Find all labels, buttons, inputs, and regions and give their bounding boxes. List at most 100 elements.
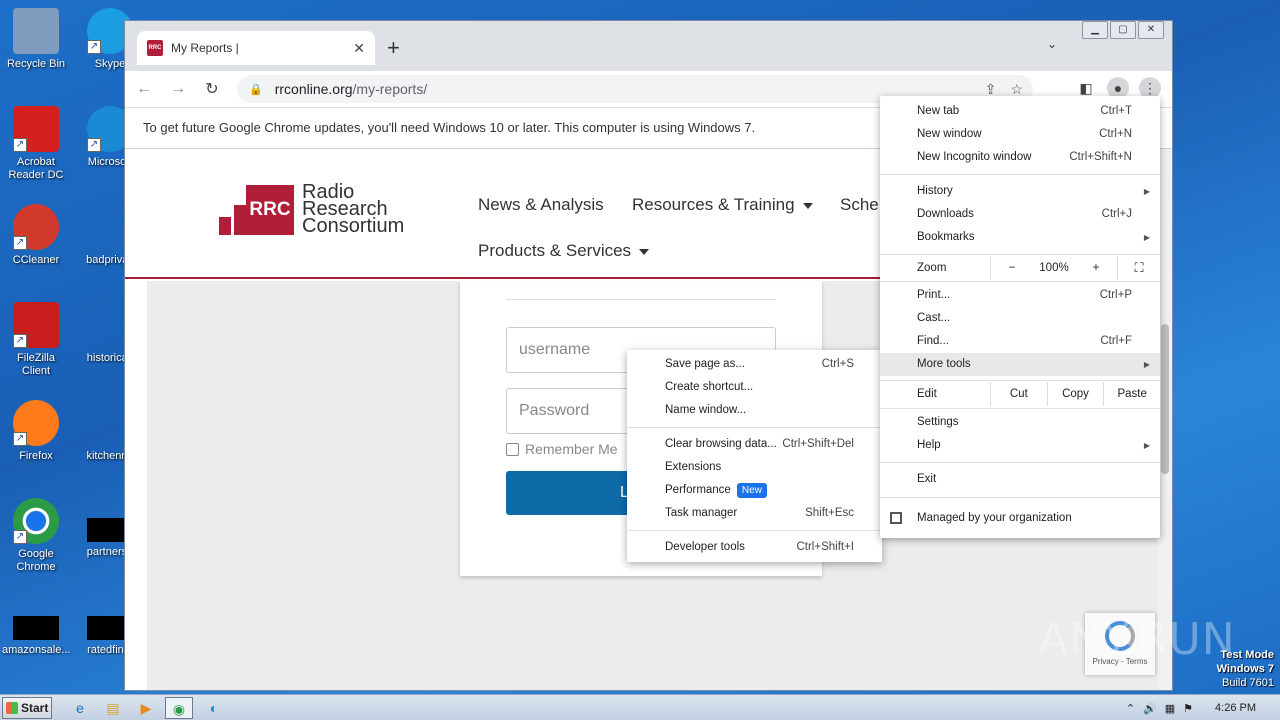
menu-separator	[880, 254, 1160, 255]
desktop-icon-label: FileZilla Client	[17, 352, 55, 377]
action-center-flag-icon[interactable]: ⚑	[1183, 702, 1193, 715]
menu-performance[interactable]: Performance New	[627, 479, 882, 502]
edge-taskbar-icon[interactable]: ◐	[200, 697, 228, 719]
menu-new-incognito[interactable]: New Incognito window Ctrl+Shift+N	[880, 146, 1160, 169]
close-window-button[interactable]: ✕	[1138, 21, 1164, 39]
close-tab-icon[interactable]: ✕	[353, 40, 365, 57]
menu-zoom: Zoom − 100% + ⛶	[880, 256, 1160, 280]
menu-settings[interactable]: Settings	[880, 411, 1160, 434]
menu-print[interactable]: Print... Ctrl+P	[880, 284, 1160, 307]
desktop-icon-label: amazonsale...	[2, 644, 71, 656]
recycle-bin-icon	[13, 8, 59, 54]
menu-save-page[interactable]: Save page as... Ctrl+S	[627, 353, 882, 376]
menu-separator	[880, 408, 1160, 409]
cut-button[interactable]: Cut	[990, 382, 1047, 406]
network-icon[interactable]: ▦	[1165, 702, 1175, 715]
submenu-arrow-icon: ▶	[1143, 187, 1150, 196]
acrobat-icon: ↗	[13, 106, 59, 152]
tray-expand-icon[interactable]: ⌃	[1126, 702, 1135, 715]
menu-name-window[interactable]: Name window...	[627, 399, 882, 422]
copy-button[interactable]: Copy	[1046, 382, 1104, 406]
ie-icon[interactable]: e	[66, 697, 94, 719]
menu-cast[interactable]: Cast...	[880, 307, 1160, 330]
clock[interactable]: 4:26 PM	[1215, 702, 1256, 714]
maximize-button[interactable]: ▢	[1110, 21, 1136, 39]
menu-new-tab[interactable]: New tab Ctrl+T	[880, 100, 1160, 123]
fullscreen-icon[interactable]: ⛶	[1117, 256, 1160, 280]
desktop-icon-acrobat[interactable]: ↗ Acrobat Reader DC	[2, 106, 70, 182]
system-tray: ⌃ 🔊 ▦ ⚑ 4:26 PM	[1126, 695, 1280, 720]
reload-icon[interactable]: ↻	[197, 79, 227, 99]
menu-separator	[627, 530, 882, 531]
menu-extensions[interactable]: Extensions	[627, 456, 882, 479]
desktop-icon-ccleaner[interactable]: ↗ CCleaner	[2, 204, 70, 267]
zoom-in-button[interactable]: +	[1075, 256, 1117, 280]
menu-separator	[880, 497, 1160, 498]
new-tab-button[interactable]: +	[387, 35, 400, 61]
menu-separator	[880, 174, 1160, 175]
url-text: rrconline.org/my-reports/	[274, 81, 428, 97]
minimize-button[interactable]: ▁	[1082, 21, 1108, 39]
page-scrollbar[interactable]	[1158, 149, 1172, 690]
back-arrow-icon[interactable]: ←	[129, 80, 159, 98]
anyrun-watermark: ANY.RUN	[1038, 614, 1236, 665]
nav-products-services[interactable]: Products & Services	[478, 241, 650, 261]
start-button[interactable]: Start	[2, 697, 52, 719]
menu-downloads[interactable]: Downloads Ctrl+J	[880, 203, 1160, 226]
menu-clear-browsing-data[interactable]: Clear browsing data... Ctrl+Shift+Del	[627, 433, 882, 456]
volume-icon[interactable]: 🔊	[1143, 702, 1157, 715]
desktop-icon-firefox[interactable]: ↗ Firefox	[2, 400, 70, 463]
menu-developer-tools[interactable]: Developer tools Ctrl+Shift+I	[627, 536, 882, 559]
nav-sche[interactable]: Sche	[840, 195, 879, 215]
submenu-arrow-icon: ▶	[1143, 233, 1150, 242]
tab-search-chevron-icon[interactable]: ⌄	[1047, 37, 1057, 51]
menu-task-manager[interactable]: Task manager Shift+Esc	[627, 502, 882, 525]
rrc-favicon-icon: RRC	[147, 40, 163, 56]
remember-me[interactable]: Remember Me	[506, 441, 618, 457]
menu-more-tools[interactable]: More tools ▶	[880, 353, 1160, 376]
content-left-strip	[125, 281, 147, 690]
menu-history[interactable]: History ▶	[880, 180, 1160, 203]
menu-exit[interactable]: Exit	[880, 468, 1160, 491]
menu-find[interactable]: Find... Ctrl+F	[880, 330, 1160, 353]
lock-icon[interactable]: 🔒	[249, 83, 263, 96]
nav-news-analysis[interactable]: News & Analysis	[478, 195, 604, 215]
zoom-out-button[interactable]: −	[991, 256, 1033, 280]
desktop-icon-label: Recycle Bin	[6, 58, 66, 70]
windows-logo-icon	[6, 702, 18, 714]
chrome-taskbar-icon[interactable]: ◉	[165, 697, 193, 719]
menu-separator	[880, 380, 1160, 381]
tab-strip: RRC My Reports | ✕ + ⌄ ▁ ▢ ✕	[125, 21, 1172, 71]
zoom-level: 100%	[1039, 262, 1069, 274]
desktop-icon-amazonsale[interactable]: amazonsale...	[2, 596, 70, 657]
managed-by-org[interactable]: Managed by your organization	[880, 506, 1160, 530]
logo-box: RRC	[246, 184, 294, 235]
remember-checkbox[interactable]	[506, 442, 519, 456]
menu-new-window[interactable]: New window Ctrl+N	[880, 123, 1160, 146]
rrc-logo[interactable]: RRC Radio Research Consortium	[219, 181, 405, 237]
edit-controls: Cut Copy Paste	[990, 382, 1160, 406]
explorer-icon[interactable]: ▤	[99, 697, 127, 719]
remember-label: Remember Me	[525, 441, 618, 457]
window-controls: ▁ ▢ ✕	[1082, 21, 1164, 39]
chevron-down-icon	[802, 202, 813, 209]
menu-separator	[880, 281, 1160, 282]
menu-bookmarks[interactable]: Bookmarks ▶	[880, 226, 1160, 249]
chevron-down-icon	[639, 248, 650, 255]
menu-help[interactable]: Help ▶	[880, 434, 1160, 457]
nav-resources-training[interactable]: Resources & Training	[632, 195, 813, 215]
desktop-icon-filezilla[interactable]: ↗ FileZilla Client	[2, 302, 70, 378]
desktop-icon-recycle-bin[interactable]: Recycle Bin	[2, 8, 70, 71]
media-player-icon[interactable]: ▶	[132, 697, 160, 719]
forward-arrow-icon[interactable]: →	[163, 80, 193, 98]
menu-separator	[880, 462, 1160, 463]
tab-my-reports[interactable]: RRC My Reports | ✕	[137, 31, 375, 65]
scrollbar-thumb[interactable]	[1161, 324, 1169, 474]
menu-create-shortcut[interactable]: Create shortcut...	[627, 376, 882, 399]
logo-bars-icon	[219, 185, 246, 235]
paste-button[interactable]: Paste	[1103, 382, 1160, 406]
logo-text: Radio Research Consortium	[302, 181, 405, 237]
desktop-icon-chrome[interactable]: ↗ Google Chrome	[2, 498, 70, 574]
firefox-icon: ↗	[13, 400, 59, 446]
desktop-icon-label: CCleaner	[12, 254, 60, 266]
